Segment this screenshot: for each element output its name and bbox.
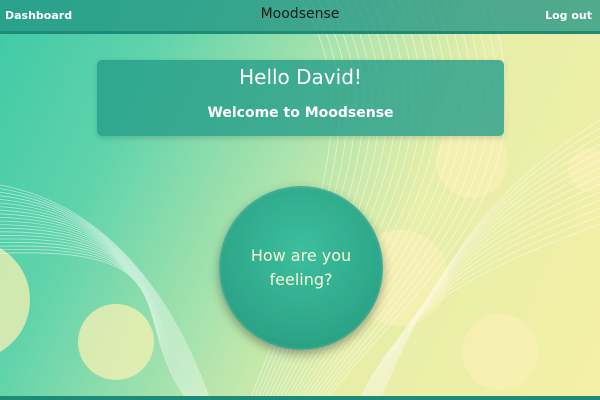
app-title: Moodsense [260, 6, 340, 22]
welcome-card: Hello David! Welcome to Moodsense [97, 60, 504, 136]
feeling-prompt-label: How are you feeling? [250, 246, 352, 289]
welcome-subtitle: Welcome to Moodsense [207, 105, 394, 121]
top-navigation-bar: Dashboard Moodsense Log out [0, 0, 600, 34]
bokeh-circle [462, 314, 538, 390]
bokeh-circle [0, 248, 30, 352]
logout-link[interactable]: Log out [545, 9, 592, 22]
bottom-bar [0, 396, 600, 400]
greeting-heading: Hello David! [239, 65, 362, 89]
bokeh-circle [78, 304, 154, 380]
how-are-you-feeling-button[interactable]: How are you feeling? [219, 186, 383, 350]
moodsense-app: Dashboard Moodsense Log out Hello David!… [0, 0, 600, 400]
